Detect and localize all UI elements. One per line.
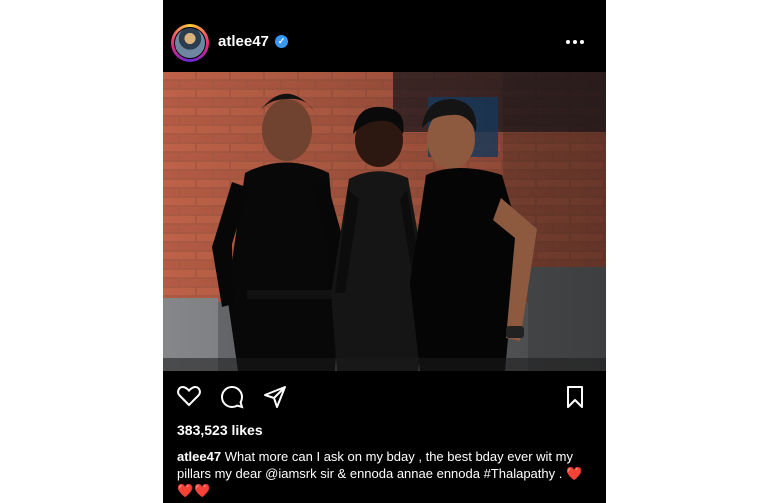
post-header: atlee47 ✓ (163, 0, 606, 72)
more-options-icon[interactable] (563, 30, 587, 54)
avatar[interactable] (171, 24, 209, 62)
verified-badge-icon: ✓ (275, 35, 288, 48)
post-photo[interactable] (163, 72, 606, 371)
heart-icon[interactable] (177, 385, 201, 407)
username-link[interactable]: atlee47 (218, 33, 269, 50)
likes-count[interactable]: 383,523 likes (177, 422, 263, 438)
post-caption: atlee47 What more can I ask on my bday ,… (177, 448, 593, 499)
instagram-post: atlee47 ✓ 383,523 likes atlee47 What mor… (163, 0, 606, 503)
caption-username[interactable]: atlee47 (177, 449, 221, 464)
caption-text: What more can I ask on my bday , the bes… (177, 449, 573, 481)
avatar-image (174, 27, 206, 59)
bookmark-icon[interactable] (565, 385, 585, 409)
post-actions (163, 380, 606, 412)
share-icon[interactable] (263, 385, 287, 409)
comment-icon[interactable] (220, 385, 244, 409)
